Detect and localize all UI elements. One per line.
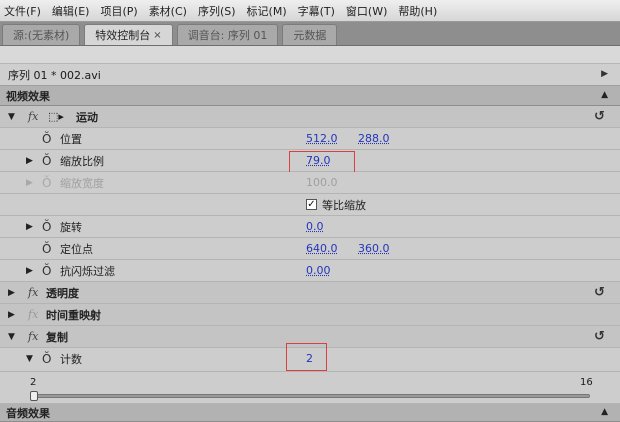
position-label: 位置 — [60, 132, 82, 146]
collapse-up-icon[interactable]: ▲ — [601, 90, 608, 100]
menu-edit[interactable]: 编辑(E) — [52, 3, 90, 19]
tab-metadata-label: 元数据 — [293, 29, 327, 42]
menu-project[interactable]: 项目(P) — [100, 3, 137, 19]
effect-motion-label: 运动 — [76, 110, 98, 124]
uniform-scale-label: 等比缩放 — [322, 198, 366, 212]
triangle-down-icon[interactable]: ▼ — [26, 348, 33, 369]
rotation-value[interactable]: 0.0 — [306, 216, 324, 237]
effect-motion[interactable]: ▼ fx ⬚▸ 运动 ↺ — [0, 106, 620, 128]
triangle-right-icon: ▶ — [26, 177, 33, 188]
expand-timeline-icon[interactable]: ▶ — [601, 69, 608, 79]
panel-toolbar — [0, 46, 620, 64]
fx-icon[interactable]: fx — [28, 326, 38, 347]
scale-label: 缩放比例 — [60, 154, 104, 168]
scale-width-value: 100.0 — [306, 176, 338, 189]
close-icon[interactable]: × — [153, 30, 161, 41]
fx-icon[interactable]: fx — [28, 106, 38, 127]
fx-icon[interactable]: fx — [28, 282, 38, 303]
count-slider: 2 16 — [0, 372, 620, 404]
rotation-label: 旋转 — [60, 220, 82, 234]
menu-clip[interactable]: 素材(C) — [149, 3, 187, 19]
triangle-right-icon[interactable]: ▶ — [26, 260, 33, 281]
scale-width-label: 缩放宽度 — [60, 176, 104, 190]
position-x-value[interactable]: 512.0 — [306, 128, 338, 149]
reset-icon[interactable]: ↺ — [594, 326, 605, 347]
effect-time-remapping-label: 时间重映射 — [46, 308, 101, 322]
slider-track[interactable] — [32, 394, 590, 398]
menu-title[interactable]: 字幕(T) — [298, 3, 335, 19]
tab-audio-mixer[interactable]: 调音台: 序列 01 — [176, 24, 279, 45]
menu-sequence[interactable]: 序列(S) — [198, 3, 236, 19]
triangle-right-icon[interactable]: ▶ — [26, 150, 33, 171]
tab-effect-controls-label: 特效控制台 — [95, 29, 151, 42]
triangle-down-icon[interactable]: ▼ — [8, 106, 15, 127]
slider-min-label: 2 — [30, 377, 37, 388]
clip-header: 序列 01 * 002.avi ▶ — [0, 64, 620, 86]
count-label: 计数 — [60, 352, 82, 366]
tab-metadata[interactable]: 元数据 — [282, 24, 338, 45]
antiflicker-value[interactable]: 0.00 — [306, 260, 331, 281]
stopwatch-icon: Ŏ — [42, 175, 52, 190]
audio-effects-header: 音频效果 ▲ — [0, 404, 620, 422]
property-antiflicker: ▶ Ŏ 抗闪烁过滤 0.00 — [0, 260, 620, 282]
menu-marker[interactable]: 标记(M) — [247, 3, 287, 19]
collapse-up-icon[interactable]: ▲ — [601, 407, 608, 417]
menu-file[interactable]: 文件(F) — [4, 3, 41, 19]
uniform-scale-checkbox[interactable]: ✓ 等比缩放 — [306, 194, 366, 215]
check-icon[interactable]: ✓ — [306, 199, 317, 210]
stopwatch-icon[interactable]: Ŏ — [42, 348, 51, 369]
slider-thumb[interactable] — [30, 391, 38, 401]
property-anchor-point: Ŏ 定位点 640.0 360.0 — [0, 238, 620, 260]
anchor-point-label: 定位点 — [60, 242, 93, 256]
stopwatch-icon[interactable]: Ŏ — [42, 150, 51, 171]
property-position: Ŏ 位置 512.0 288.0 — [0, 128, 620, 150]
video-effects-header: 视频效果 ▲ — [0, 86, 620, 106]
count-highlight-box — [286, 343, 327, 371]
triangle-right-icon[interactable]: ▶ — [26, 216, 33, 237]
menu-bar: 文件(F) 编辑(E) 项目(P) 素材(C) 序列(S) 标记(M) 字幕(T… — [0, 0, 620, 22]
anchor-y-value[interactable]: 360.0 — [358, 238, 390, 259]
stopwatch-icon[interactable]: Ŏ — [42, 216, 51, 237]
triangle-down-icon[interactable]: ▼ — [8, 326, 15, 347]
triangle-right-icon[interactable]: ▶ — [8, 304, 15, 325]
property-rotation: ▶ Ŏ 旋转 0.0 — [0, 216, 620, 238]
triangle-right-icon[interactable]: ▶ — [8, 282, 15, 303]
property-scale-width: ▶ Ŏ 缩放宽度 100.0 — [0, 172, 620, 194]
tab-effect-controls[interactable]: 特效控制台 × — [84, 24, 173, 45]
position-y-value[interactable]: 288.0 — [358, 128, 390, 149]
property-uniform-scale: ✓ 等比缩放 — [0, 194, 620, 216]
tab-source[interactable]: 源:(无素材) — [2, 24, 81, 45]
video-effects-title: 视频效果 — [6, 89, 50, 103]
effect-opacity-label: 透明度 — [46, 286, 79, 300]
menu-help[interactable]: 帮助(H) — [398, 3, 437, 19]
tab-audio-mixer-label: 调音台: 序列 01 — [187, 29, 268, 42]
tab-source-label: 源:(无素材) — [13, 29, 70, 42]
fx-icon: fx — [28, 308, 39, 321]
slider-max-label: 16 — [580, 377, 593, 388]
menu-window[interactable]: 窗口(W) — [346, 3, 387, 19]
antiflicker-label: 抗闪烁过滤 — [60, 264, 115, 278]
stopwatch-icon[interactable]: Ŏ — [42, 260, 51, 281]
sequence-clip-label: 序列 01 * 002.avi — [8, 68, 101, 82]
panel-tab-bar: 源:(无素材) 特效控制台 × 调音台: 序列 01 元数据 — [0, 22, 620, 46]
reset-icon[interactable]: ↺ — [594, 106, 605, 127]
audio-effects-title: 音频效果 — [6, 406, 50, 420]
effect-replicate-label: 复制 — [46, 330, 68, 344]
reset-icon[interactable]: ↺ — [594, 282, 605, 303]
transform-box-icon[interactable]: ⬚▸ — [48, 106, 64, 127]
stopwatch-icon[interactable]: Ŏ — [42, 128, 51, 149]
effect-time-remapping[interactable]: ▶ fx 时间重映射 — [0, 304, 620, 326]
anchor-x-value[interactable]: 640.0 — [306, 238, 338, 259]
effect-opacity[interactable]: ▶ fx 透明度 ↺ — [0, 282, 620, 304]
stopwatch-icon[interactable]: Ŏ — [42, 238, 51, 259]
